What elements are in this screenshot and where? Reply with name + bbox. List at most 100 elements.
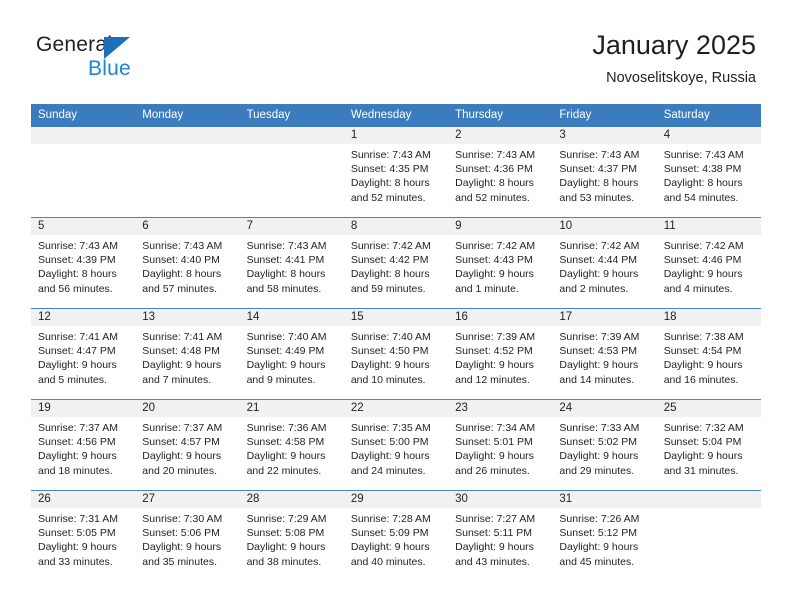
calendar-day-cell[interactable]: 12 Sunrise: 7:41 AM Sunset: 4:47 PM Dayligh… — [31, 308, 136, 400]
daylight-text: Daylight: 9 hours — [38, 450, 117, 463]
daylight-text: Daylight: 8 hours — [663, 177, 743, 190]
calendar-day-cell[interactable]: 1 Sunrise: 7:43 AM Sunset: 4:35 PM Daylight… — [343, 127, 449, 218]
calendar-day-cell[interactable]: 14 Sunrise: 7:40 AM Sunset: 4:49 PM Dayligh… — [239, 308, 344, 400]
daylight-text-cont: and 40 minutes. — [350, 555, 426, 568]
calendar-cell-empty — [239, 127, 344, 218]
calendar-day-cell[interactable]: 25 Sunrise: 7:32 AM Sunset: 5:04 PM Dayligh… — [656, 399, 761, 491]
day-number: 5 — [31, 218, 136, 235]
sunset-text: Sunset: 5:06 PM — [142, 527, 220, 540]
calendar-cell-inner: 2 Sunrise: 7:43 AM Sunset: 4:36 PM Daylight… — [448, 127, 553, 217]
day-details: Sunrise: 7:43 AM Sunset: 4:40 PM Daylight:… — [135, 235, 239, 296]
calendar-day-cell[interactable]: 15 Sunrise: 7:40 AM Sunset: 4:50 PM Dayligh… — [343, 308, 449, 400]
brand-name-general: General — [36, 33, 113, 56]
calendar-cell-inner: 18 Sunrise: 7:38 AM Sunset: 4:54 PM Dayligh… — [656, 309, 761, 399]
calendar-day-cell[interactable]: 17 Sunrise: 7:39 AM Sunset: 4:53 PM Dayligh… — [552, 308, 657, 400]
sunset-text: Sunset: 4:41 PM — [246, 254, 325, 267]
calendar-day-cell[interactable]: 16 Sunrise: 7:39 AM Sunset: 4:52 PM Dayligh… — [448, 308, 553, 400]
calendar-day-cell[interactable]: 26 Sunrise: 7:31 AM Sunset: 5:05 PM Dayligh… — [31, 490, 136, 581]
calendar-cell-inner: 30 Sunrise: 7:27 AM Sunset: 5:11 PM Dayligh… — [448, 491, 553, 581]
calendar-day-cell[interactable]: 13 Sunrise: 7:41 AM Sunset: 4:48 PM Dayligh… — [135, 308, 240, 400]
day-details: Sunrise: 7:40 AM Sunset: 4:50 PM Daylight:… — [344, 326, 448, 387]
day-details: Sunrise: 7:40 AM Sunset: 4:49 PM Daylight:… — [240, 326, 344, 387]
brand-logo[interactable]: General Blue — [36, 33, 256, 89]
sunset-text: Sunset: 4:58 PM — [246, 436, 325, 449]
day-number: 18 — [656, 309, 761, 326]
calendar-header-row: Sunday Monday Tuesday Wednesday Thursday Frid… — [31, 104, 761, 127]
sunset-text: Sunset: 4:35 PM — [350, 163, 429, 176]
daylight-text: Daylight: 9 hours — [350, 541, 430, 554]
daylight-text-cont: and 29 minutes. — [559, 464, 635, 477]
calendar-cell-inner: 15 Sunrise: 7:40 AM Sunset: 4:50 PM Dayligh… — [343, 309, 449, 399]
daylight-text: Daylight: 9 hours — [455, 359, 534, 372]
daylight-text-cont: and 4 minutes. — [663, 282, 733, 295]
day-details: Sunrise: 7:28 AM Sunset: 5:09 PM Daylight:… — [344, 508, 448, 569]
sunset-text: Sunset: 5:02 PM — [559, 436, 638, 449]
day-details: Sunrise: 7:42 AM Sunset: 4:43 PM Daylight:… — [448, 235, 552, 296]
sunset-text: Sunset: 4:56 PM — [38, 436, 116, 449]
day-details: Sunrise: 7:43 AM Sunset: 4:37 PM Daylight:… — [552, 144, 656, 205]
calendar-day-cell[interactable]: 27 Sunrise: 7:30 AM Sunset: 5:06 PM Dayligh… — [135, 490, 240, 581]
calendar-day-cell[interactable]: 22 Sunrise: 7:35 AM Sunset: 5:00 PM Dayligh… — [343, 399, 449, 491]
daylight-text-cont: and 52 minutes. — [455, 191, 530, 204]
sunrise-text: Sunrise: 7:39 AM — [559, 331, 640, 343]
sunset-text: Sunset: 5:08 PM — [246, 527, 325, 540]
calendar-day-cell[interactable]: 18 Sunrise: 7:38 AM Sunset: 4:54 PM Dayligh… — [656, 308, 761, 400]
sunrise-text: Sunrise: 7:40 AM — [246, 331, 327, 343]
calendar-day-cell[interactable]: 24 Sunrise: 7:33 AM Sunset: 5:02 PM Dayligh… — [552, 399, 657, 491]
daylight-text: Daylight: 9 hours — [142, 541, 222, 554]
calendar-cell-inner — [31, 127, 136, 217]
day-number — [31, 127, 136, 144]
calendar-cell-inner: 4 Sunrise: 7:43 AM Sunset: 4:38 PM Daylight… — [656, 127, 761, 217]
calendar-cell-inner: 3 Sunrise: 7:43 AM Sunset: 4:37 PM Daylight… — [552, 127, 657, 217]
daylight-text: Daylight: 9 hours — [559, 359, 639, 372]
day-details: Sunrise: 7:39 AM Sunset: 4:52 PM Daylight:… — [448, 326, 552, 387]
calendar-day-cell[interactable]: 6 Sunrise: 7:43 AM Sunset: 4:40 PM Daylight… — [135, 217, 240, 309]
day-number: 3 — [552, 127, 657, 144]
sunrise-text: Sunrise: 7:42 AM — [350, 240, 431, 252]
calendar-day-cell[interactable]: 28 Sunrise: 7:29 AM Sunset: 5:08 PM Dayligh… — [239, 490, 344, 581]
calendar-cell-inner: 26 Sunrise: 7:31 AM Sunset: 5:05 PM Dayligh… — [31, 491, 136, 581]
calendar-cell-inner: 28 Sunrise: 7:29 AM Sunset: 5:08 PM Dayligh… — [239, 491, 344, 581]
day-details: Sunrise: 7:38 AM Sunset: 4:54 PM Daylight:… — [657, 326, 761, 387]
daylight-text-cont: and 53 minutes. — [559, 191, 635, 204]
calendar-day-cell[interactable]: 23 Sunrise: 7:34 AM Sunset: 5:01 PM Dayligh… — [448, 399, 553, 491]
daylight-text-cont: and 14 minutes. — [559, 373, 635, 386]
sunrise-text: Sunrise: 7:33 AM — [559, 422, 640, 434]
daylight-text: Daylight: 9 hours — [455, 541, 534, 554]
daylight-text: Daylight: 9 hours — [38, 359, 117, 372]
day-number — [239, 127, 344, 144]
calendar-day-cell[interactable]: 11 Sunrise: 7:42 AM Sunset: 4:46 PM Dayligh… — [656, 217, 761, 309]
daylight-text-cont: and 52 minutes. — [350, 191, 426, 204]
calendar-table: Sunday Monday Tuesday Wednesday Thursday Frid… — [31, 104, 761, 581]
calendar-day-cell[interactable]: 20 Sunrise: 7:37 AM Sunset: 4:57 PM Dayligh… — [135, 399, 240, 491]
sunset-text: Sunset: 4:49 PM — [246, 345, 325, 358]
day-number: 1 — [343, 127, 449, 144]
calendar-day-cell[interactable]: 29 Sunrise: 7:28 AM Sunset: 5:09 PM Dayligh… — [343, 490, 449, 581]
sunset-text: Sunset: 4:40 PM — [142, 254, 220, 267]
day-number: 7 — [239, 218, 344, 235]
calendar-day-cell[interactable]: 8 Sunrise: 7:42 AM Sunset: 4:42 PM Daylight… — [343, 217, 449, 309]
calendar-cell-inner: 5 Sunrise: 7:43 AM Sunset: 4:39 PM Daylight… — [31, 218, 136, 308]
calendar-day-cell[interactable]: 31 Sunrise: 7:26 AM Sunset: 5:12 PM Dayligh… — [552, 490, 657, 581]
day-details: Sunrise: 7:42 AM Sunset: 4:46 PM Daylight:… — [657, 235, 761, 296]
calendar-day-cell[interactable]: 4 Sunrise: 7:43 AM Sunset: 4:38 PM Daylight… — [656, 127, 761, 218]
calendar-day-cell[interactable]: 21 Sunrise: 7:36 AM Sunset: 4:58 PM Dayligh… — [239, 399, 344, 491]
day-details: Sunrise: 7:43 AM Sunset: 4:41 PM Daylight:… — [240, 235, 344, 296]
calendar-day-cell[interactable]: 9 Sunrise: 7:42 AM Sunset: 4:43 PM Daylight… — [448, 217, 553, 309]
daylight-text-cont: and 45 minutes. — [559, 555, 635, 568]
daylight-text: Daylight: 9 hours — [38, 541, 117, 554]
calendar-day-cell[interactable]: 30 Sunrise: 7:27 AM Sunset: 5:11 PM Dayligh… — [448, 490, 553, 581]
calendar-day-cell[interactable]: 7 Sunrise: 7:43 AM Sunset: 4:41 PM Daylight… — [239, 217, 344, 309]
calendar-cell-empty — [656, 490, 761, 581]
sunrise-text: Sunrise: 7:43 AM — [142, 240, 223, 252]
calendar-cell-inner: 21 Sunrise: 7:36 AM Sunset: 4:58 PM Dayligh… — [239, 400, 344, 490]
calendar-day-cell[interactable]: 2 Sunrise: 7:43 AM Sunset: 4:36 PM Daylight… — [448, 127, 553, 218]
calendar-day-cell[interactable]: 3 Sunrise: 7:43 AM Sunset: 4:37 PM Daylight… — [552, 127, 657, 218]
daylight-text: Daylight: 9 hours — [350, 359, 430, 372]
day-number: 20 — [135, 400, 240, 417]
calendar-day-cell[interactable]: 5 Sunrise: 7:43 AM Sunset: 4:39 PM Daylight… — [31, 217, 136, 309]
calendar-day-cell[interactable]: 10 Sunrise: 7:42 AM Sunset: 4:44 PM Dayligh… — [552, 217, 657, 309]
calendar-day-cell[interactable]: 19 Sunrise: 7:37 AM Sunset: 4:56 PM Dayligh… — [31, 399, 136, 491]
daylight-text-cont: and 56 minutes. — [38, 282, 113, 295]
daylight-text: Daylight: 8 hours — [246, 268, 326, 281]
